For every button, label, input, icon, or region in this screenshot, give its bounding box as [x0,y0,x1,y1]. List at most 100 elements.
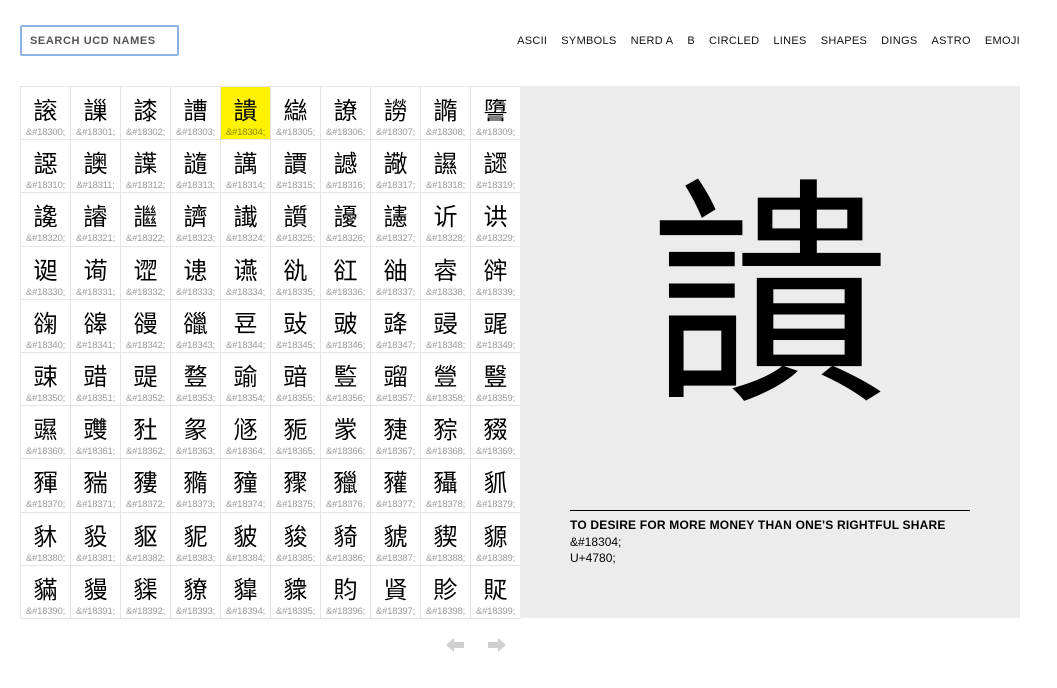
glyph-cell[interactable]: 䜪 &#18335; [271,246,321,300]
nav-symbols[interactable]: SYMBOLS [561,35,616,47]
glyph-cell[interactable]: 䝂 &#18359; [471,352,521,407]
glyph-cell[interactable]: 䜴 &#18345; [271,299,321,353]
glyph-cell[interactable]: 䜚 &#18319; [471,140,521,194]
glyph-cell[interactable]: 䜹 &#18350; [21,352,71,407]
glyph-cell[interactable]: 䝌 &#18369; [471,406,521,460]
glyph-cell[interactable]: 䝎 &#18371; [71,459,121,513]
glyph-cell[interactable]: 䜡 &#18326; [321,193,371,247]
glyph-cell[interactable]: 䜵 &#18346; [321,299,371,353]
glyph-cell[interactable]: 䝡 &#18390; [21,565,71,619]
nav-b[interactable]: B [687,35,695,47]
glyph-cell[interactable]: 䝘 &#18381; [71,512,121,566]
glyph-cell[interactable]: 䝐 &#18373; [171,459,221,513]
glyph-cell[interactable]: 䜩 &#18334; [221,246,271,300]
glyph-cell[interactable]: 䜝 &#18322; [121,193,171,247]
glyph-cell[interactable]: 䜗 &#18316; [321,140,371,194]
glyph-cell[interactable]: 䜾 &#18355; [271,352,321,407]
nav-dings[interactable]: DINGS [881,35,917,47]
glyph-cell[interactable]: 䜢 &#18327; [371,193,421,247]
glyph-cell[interactable]: 䝍 &#18370; [21,459,71,513]
glyph-cell[interactable]: 䜨 &#18333; [171,246,221,300]
arrow-left-icon[interactable] [444,634,466,656]
nav-lines[interactable]: LINES [773,35,806,47]
glyph-cell[interactable]: 䜞 &#18323; [171,193,221,247]
glyph-cell[interactable]: 䝣 &#18392; [121,565,171,619]
glyph-cell[interactable]: 䜟 &#18324; [221,193,271,247]
glyph-cell[interactable]: 䜓 &#18312; [121,140,171,194]
glyph-cell[interactable]: 䜙 &#18318; [421,140,471,194]
glyph-cell[interactable]: 䜛 &#18320; [21,193,71,247]
glyph-cell[interactable]: 䝇 &#18364; [221,406,271,460]
glyph-cell[interactable]: 䝚 &#18383; [171,512,221,566]
glyph-cell[interactable]: 䝩 &#18398; [421,565,471,619]
nav-circled[interactable]: CIRCLED [709,35,759,47]
glyph-cell[interactable]: 䝆 &#18363; [171,406,221,460]
glyph-cell[interactable]: 䝗 &#18380; [21,512,71,566]
glyph-cell[interactable]: 䜫 &#18336; [321,246,371,300]
glyph-cell[interactable]: 䜼 &#18353; [171,352,221,407]
glyph-cell[interactable]: 䝛 &#18384; [221,512,271,566]
glyph-cell[interactable]: 䜑 &#18310; [21,140,71,194]
search-box[interactable] [20,25,179,56]
glyph-cell[interactable]: 䝪 &#18399; [471,565,521,619]
glyph-cell[interactable]: 䝧 &#18396; [321,565,371,619]
glyph-cell[interactable]: 䜧 &#18332; [121,246,171,300]
glyph-cell[interactable]: 䝔 &#18377; [371,459,421,513]
search-input[interactable] [30,27,169,54]
glyph-cell[interactable]: 䜈 &#18301; [71,87,121,141]
glyph-cell[interactable]: 䜮 &#18339; [471,246,521,300]
glyph-cell[interactable]: 䜏 &#18308; [421,87,471,141]
glyph-cell[interactable]: 䝉 &#18366; [321,406,371,460]
glyph-cell[interactable]: 䝓 &#18376; [321,459,371,513]
glyph-cell[interactable]: 䜕 &#18314; [221,140,271,194]
glyph-cell[interactable]: 䝀 &#18357; [371,352,421,407]
glyph-cell[interactable]: 䜰 &#18341; [71,299,121,353]
glyph-cell[interactable]: 䜺 &#18351; [71,352,121,407]
glyph-cell[interactable]: 䝏 &#18372; [121,459,171,513]
glyph-cell[interactable]: 䝢 &#18391; [71,565,121,619]
glyph-cell[interactable]: 䜍 &#18306; [321,87,371,141]
glyph-cell[interactable]: 䜒 &#18311; [71,140,121,194]
glyph-cell[interactable]: 䜱 &#18342; [121,299,171,353]
glyph-cell[interactable]: 䝥 &#18394; [221,565,271,619]
glyph-cell[interactable]: 䝕 &#18378; [421,459,471,513]
glyph-cell[interactable]: 䜜 &#18321; [71,193,121,247]
glyph-cell[interactable]: 䜐 &#18309; [471,87,521,141]
glyph-cell[interactable]: 䜳 &#18344; [221,299,271,353]
glyph-cell[interactable]: 䝨 &#18397; [371,565,421,619]
glyph-cell[interactable]: 䝃 &#18360; [21,406,71,460]
glyph-cell[interactable]: 䜌 &#18305; [271,87,321,141]
glyph-cell[interactable]: 䝤 &#18393; [171,565,221,619]
glyph-cell-selected[interactable]: 䜋 &#18304; [221,87,271,141]
glyph-cell[interactable]: 䜷 &#18348; [421,299,471,353]
glyph-cell[interactable]: 䜇 &#18300; [21,87,71,141]
glyph-cell[interactable]: 䜽 &#18354; [221,352,271,407]
glyph-cell[interactable]: 䝅 &#18362; [121,406,171,460]
glyph-cell[interactable]: 䜊 &#18303; [171,87,221,141]
glyph-cell[interactable]: 䝒 &#18375; [271,459,321,513]
nav-nerd-a[interactable]: NERD A [631,35,674,47]
glyph-cell[interactable]: 䝝 &#18386; [321,512,371,566]
glyph-cell[interactable]: 䜭 &#18338; [421,246,471,300]
glyph-cell[interactable]: 䜤 &#18329; [471,193,521,247]
glyph-cell[interactable]: 䜎 &#18307; [371,87,421,141]
glyph-cell[interactable]: 䜿 &#18356; [321,352,371,407]
glyph-cell[interactable]: 䝄 &#18361; [71,406,121,460]
glyph-cell[interactable]: 䜦 &#18331; [71,246,121,300]
glyph-cell[interactable]: 䝑 &#18374; [221,459,271,513]
nav-astro[interactable]: ASTRO [931,35,970,47]
glyph-cell[interactable]: 䜣 &#18328; [421,193,471,247]
glyph-cell[interactable]: 䜲 &#18343; [171,299,221,353]
glyph-cell[interactable]: 䜬 &#18337; [371,246,421,300]
glyph-cell[interactable]: 䝙 &#18382; [121,512,171,566]
glyph-cell[interactable]: 䜉 &#18302; [121,87,171,141]
glyph-cell[interactable]: 䝈 &#18365; [271,406,321,460]
glyph-cell[interactable]: 䜔 &#18313; [171,140,221,194]
glyph-cell[interactable]: 䝜 &#18385; [271,512,321,566]
glyph-cell[interactable]: 䝟 &#18388; [421,512,471,566]
nav-ascii[interactable]: ASCII [517,35,547,47]
glyph-cell[interactable]: 䝠 &#18389; [471,512,521,566]
glyph-cell[interactable]: 䜠 &#18325; [271,193,321,247]
glyph-cell[interactable]: 䝖 &#18379; [471,459,521,513]
arrow-right-icon[interactable] [486,634,508,656]
